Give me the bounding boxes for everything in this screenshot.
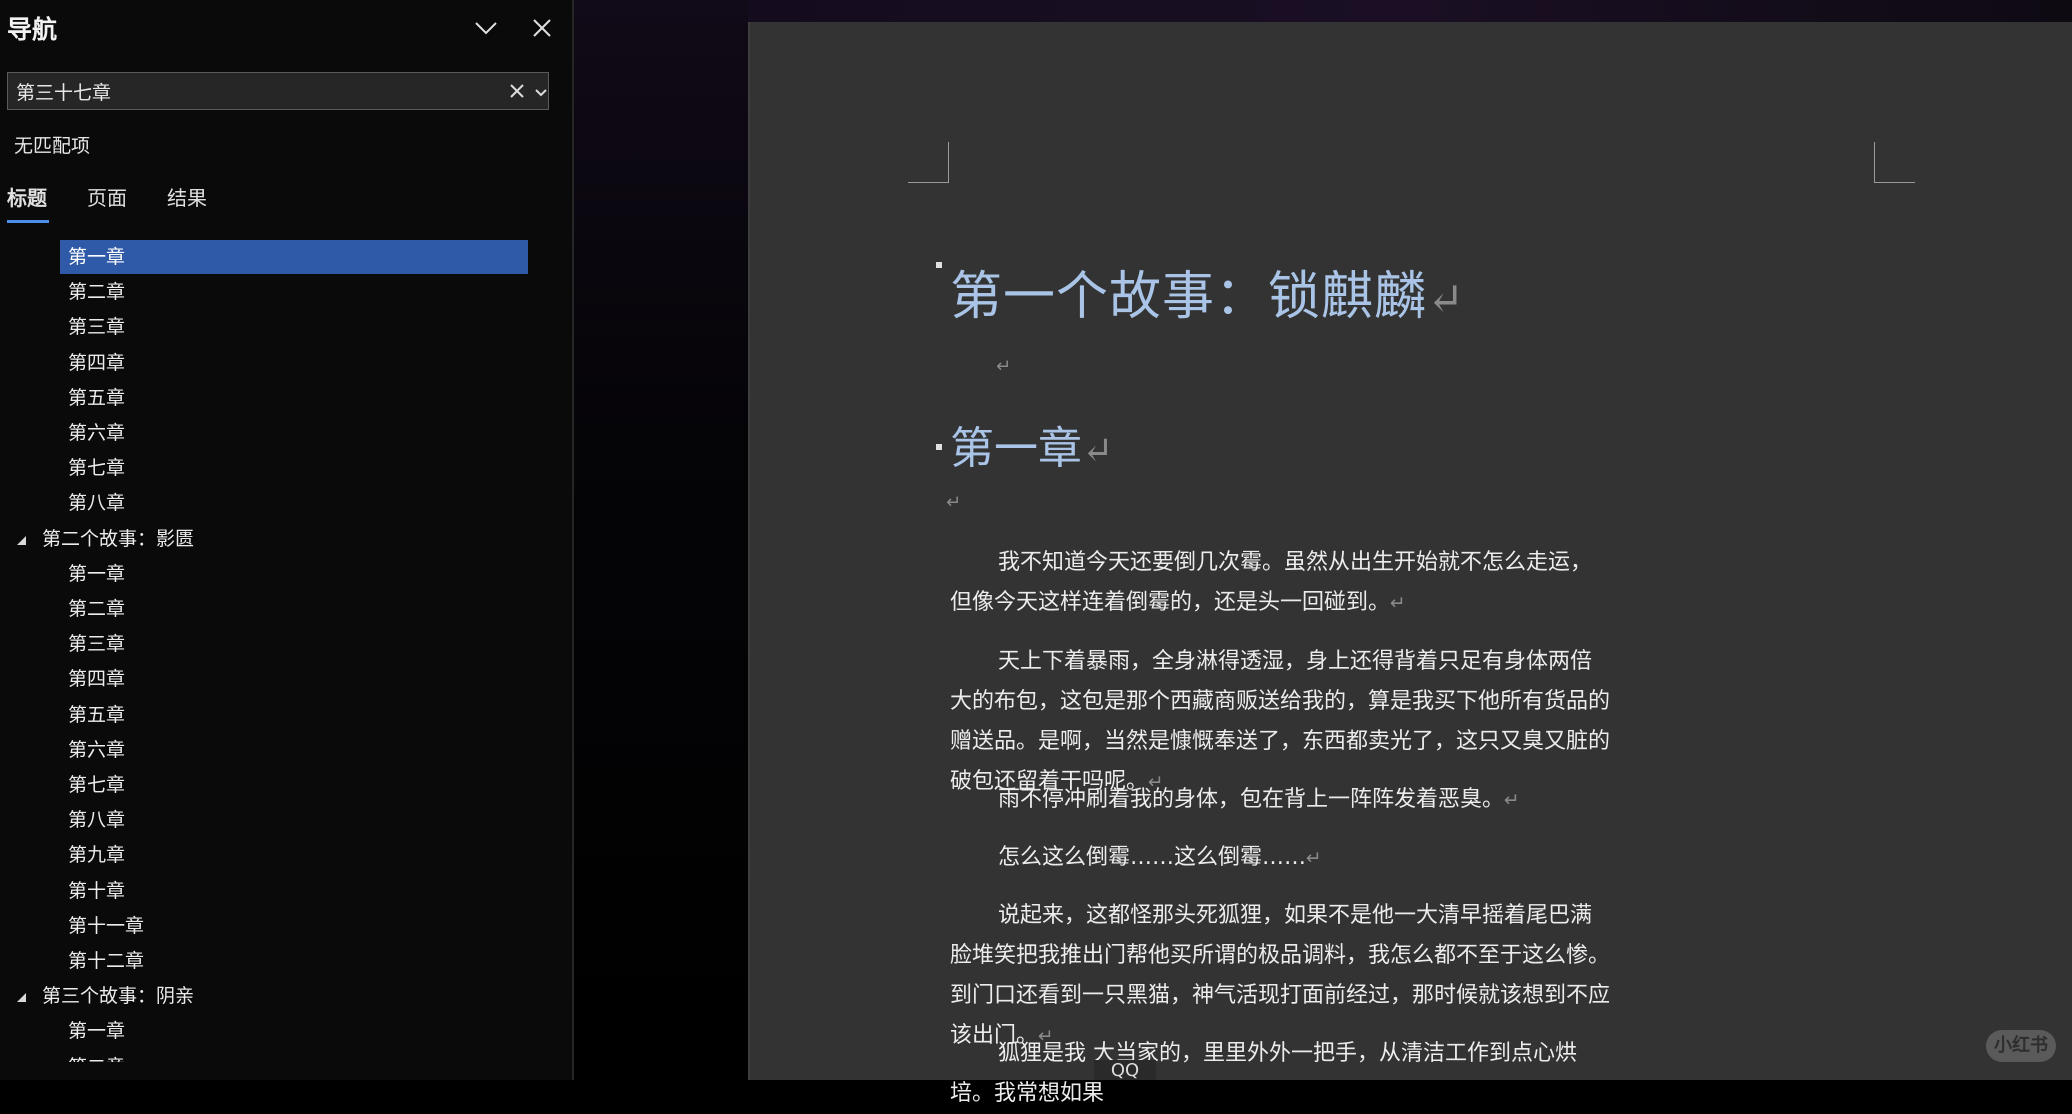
body-paragraph[interactable]: 狐狸是我 大当家的，里里外外一把手，从清洁工作到点心烘培。我常想如果 xyxy=(950,1034,1610,1114)
tab-headings[interactable]: 标题 xyxy=(7,182,47,211)
tree-story-item[interactable]: 第三个故事：阴亲 xyxy=(30,979,528,1013)
search-box xyxy=(7,72,549,110)
tree-chapter-item[interactable]: 第六章 xyxy=(60,416,528,450)
tree-chapter-item[interactable]: 第三章 xyxy=(60,627,528,661)
tree-chapter-item[interactable]: 第七章 xyxy=(60,451,528,485)
empty-paragraph-mark: ↵ xyxy=(996,356,1012,377)
tree-chapter-item[interactable]: 第十二章 xyxy=(60,944,528,978)
tree-chapter-item[interactable]: 第八章 xyxy=(60,486,528,520)
tree-chapter-item[interactable]: 第四章 xyxy=(60,346,528,380)
crop-mark-top-right xyxy=(1874,142,1915,183)
nav-title: 导航 xyxy=(7,15,58,44)
chapter-heading[interactable]: 第一章↵ xyxy=(950,412,1113,476)
tree-chapter-item[interactable]: 第八章 xyxy=(60,803,528,837)
tree-story-item[interactable]: 第二个故事：影匮 xyxy=(30,522,528,556)
search-status: 无匹配项 xyxy=(14,135,91,157)
search-options-chevron-icon[interactable] xyxy=(534,85,548,99)
tab-results[interactable]: 结果 xyxy=(167,182,207,211)
tree-chapter-item[interactable]: 第二章 xyxy=(60,275,528,309)
tree-chapter-item[interactable]: 第五章 xyxy=(60,381,528,415)
body-paragraph[interactable]: 天上下着暴雨，全身淋得透湿，身上还得背着只足有身体两倍大的布包，这包是那个西藏商… xyxy=(950,642,1610,803)
tree-chapter-item[interactable]: 第五章 xyxy=(60,698,528,732)
tree-chapter-item[interactable]: 第四章 xyxy=(60,662,528,696)
chevron-down-icon[interactable] xyxy=(470,12,502,44)
heading-bullet xyxy=(936,444,942,450)
watermark-logo: 小红书 xyxy=(1986,1030,2056,1062)
qq-taskbar-tab[interactable]: QQ xyxy=(1094,1060,1156,1081)
document-title[interactable]: 第一个故事：锁麒麟↵ xyxy=(950,254,1465,329)
tree-chapter-item[interactable]: 第七章 xyxy=(60,768,528,802)
search-input[interactable] xyxy=(16,73,496,109)
empty-paragraph-mark: ↵ xyxy=(946,492,962,513)
body-paragraph[interactable]: 我不知道今天还要倒几次霉。虽然从出生开始就不怎么走运，但像今天这样连着倒霉的，还… xyxy=(950,543,1610,624)
tab-pages[interactable]: 页面 xyxy=(87,182,127,211)
heading-tree: 第一章 第二章 第三章 第四章 第五章 第六章 第七章 第八章 第二个故事：影匮 第一章 第二章 第三… xyxy=(0,240,572,1062)
body-paragraph[interactable]: 怎么这么倒霉……这么倒霉……↵ xyxy=(950,838,1610,879)
tree-chapter-item[interactable]: 第一章 xyxy=(60,240,528,274)
crop-mark-top-left xyxy=(908,142,949,183)
tree-chapter-item[interactable]: 第九章 xyxy=(60,838,528,872)
window-top-strip xyxy=(748,0,2072,22)
tree-chapter-item[interactable]: 第十章 xyxy=(60,874,528,908)
tree-chapter-item[interactable]: 第十一章 xyxy=(60,909,528,943)
navigation-pane: 导航 无匹配项 标题 页面 结果 第一章第二章第三章第四章第五章第六章第七章第八… xyxy=(0,0,574,1080)
active-tab-indicator xyxy=(7,220,49,223)
collapse-triangle-icon[interactable] xyxy=(14,532,28,546)
collapse-triangle-icon[interactable] xyxy=(14,989,28,1003)
tree-chapter-item[interactable]: 第六章 xyxy=(60,733,528,767)
window-background xyxy=(574,0,748,1080)
tree-chapter-item[interactable]: 第二章 xyxy=(60,592,528,626)
document-page[interactable]: 第一个故事：锁麒麟↵ ↵ 第一章↵ ↵ 我不知道今天还要倒几次霉。虽然从出生开始… xyxy=(748,22,2072,1106)
tree-chapter-item[interactable]: 第二章 xyxy=(60,1050,528,1062)
body-paragraph[interactable]: 雨不停冲刷着我的身体，包在背上一阵阵发着恶臭。↵ xyxy=(950,780,1610,821)
tree-chapter-item[interactable]: 第一章 xyxy=(60,1014,528,1048)
body-paragraph[interactable]: 说起来，这都怪那头死狐狸，如果不是他一大清早摇着尾巴满脸堆笑把我推出门帮他买所谓… xyxy=(950,896,1610,1057)
tree-chapter-item[interactable]: 第三章 xyxy=(60,310,528,344)
clear-search-icon[interactable] xyxy=(508,82,526,100)
heading-bullet xyxy=(936,262,942,268)
tree-chapter-item[interactable]: 第一章 xyxy=(60,557,528,591)
close-icon[interactable] xyxy=(526,12,558,44)
